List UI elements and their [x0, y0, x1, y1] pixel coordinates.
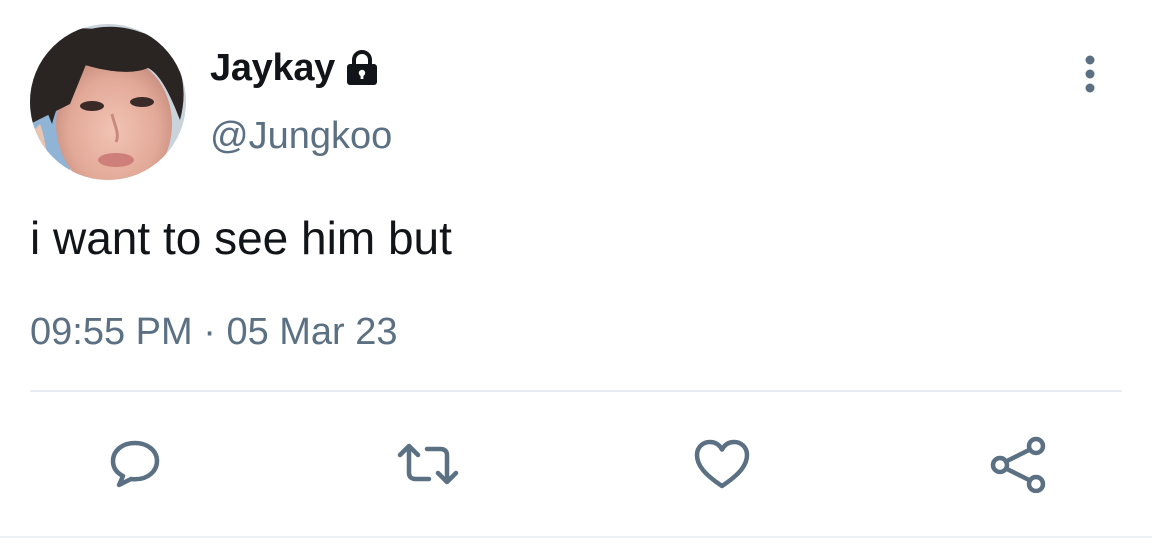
bottom-border [0, 536, 1152, 538]
tweet-text: i want to see him but [30, 212, 452, 264]
tweet-timestamp: 09:55 PM · 05 Mar 23 [30, 308, 398, 356]
like-icon [694, 439, 750, 489]
user-name-row[interactable]: Jaykay [210, 44, 381, 92]
tweet-time: 09:55 PM [30, 311, 193, 353]
reply-button[interactable] [103, 432, 167, 496]
retweet-button[interactable] [396, 432, 460, 496]
reply-icon [110, 440, 160, 488]
share-icon [990, 436, 1046, 493]
tweet-date: 05 Mar 23 [226, 311, 398, 353]
meta-separator: · [203, 311, 216, 353]
profile-photo [30, 24, 186, 180]
more-vertical-icon[interactable] [1076, 54, 1104, 96]
lock-icon [343, 49, 381, 87]
tweet-card: Jaykay @Jungkoo i want to see him but 09… [0, 0, 1152, 555]
share-button[interactable] [986, 432, 1050, 496]
avatar[interactable] [30, 24, 186, 180]
like-button[interactable] [690, 432, 754, 496]
user-handle[interactable]: @Jungkoo [210, 112, 392, 160]
retweet-icon [397, 443, 459, 485]
divider [30, 390, 1122, 392]
display-name: Jaykay [210, 47, 336, 89]
